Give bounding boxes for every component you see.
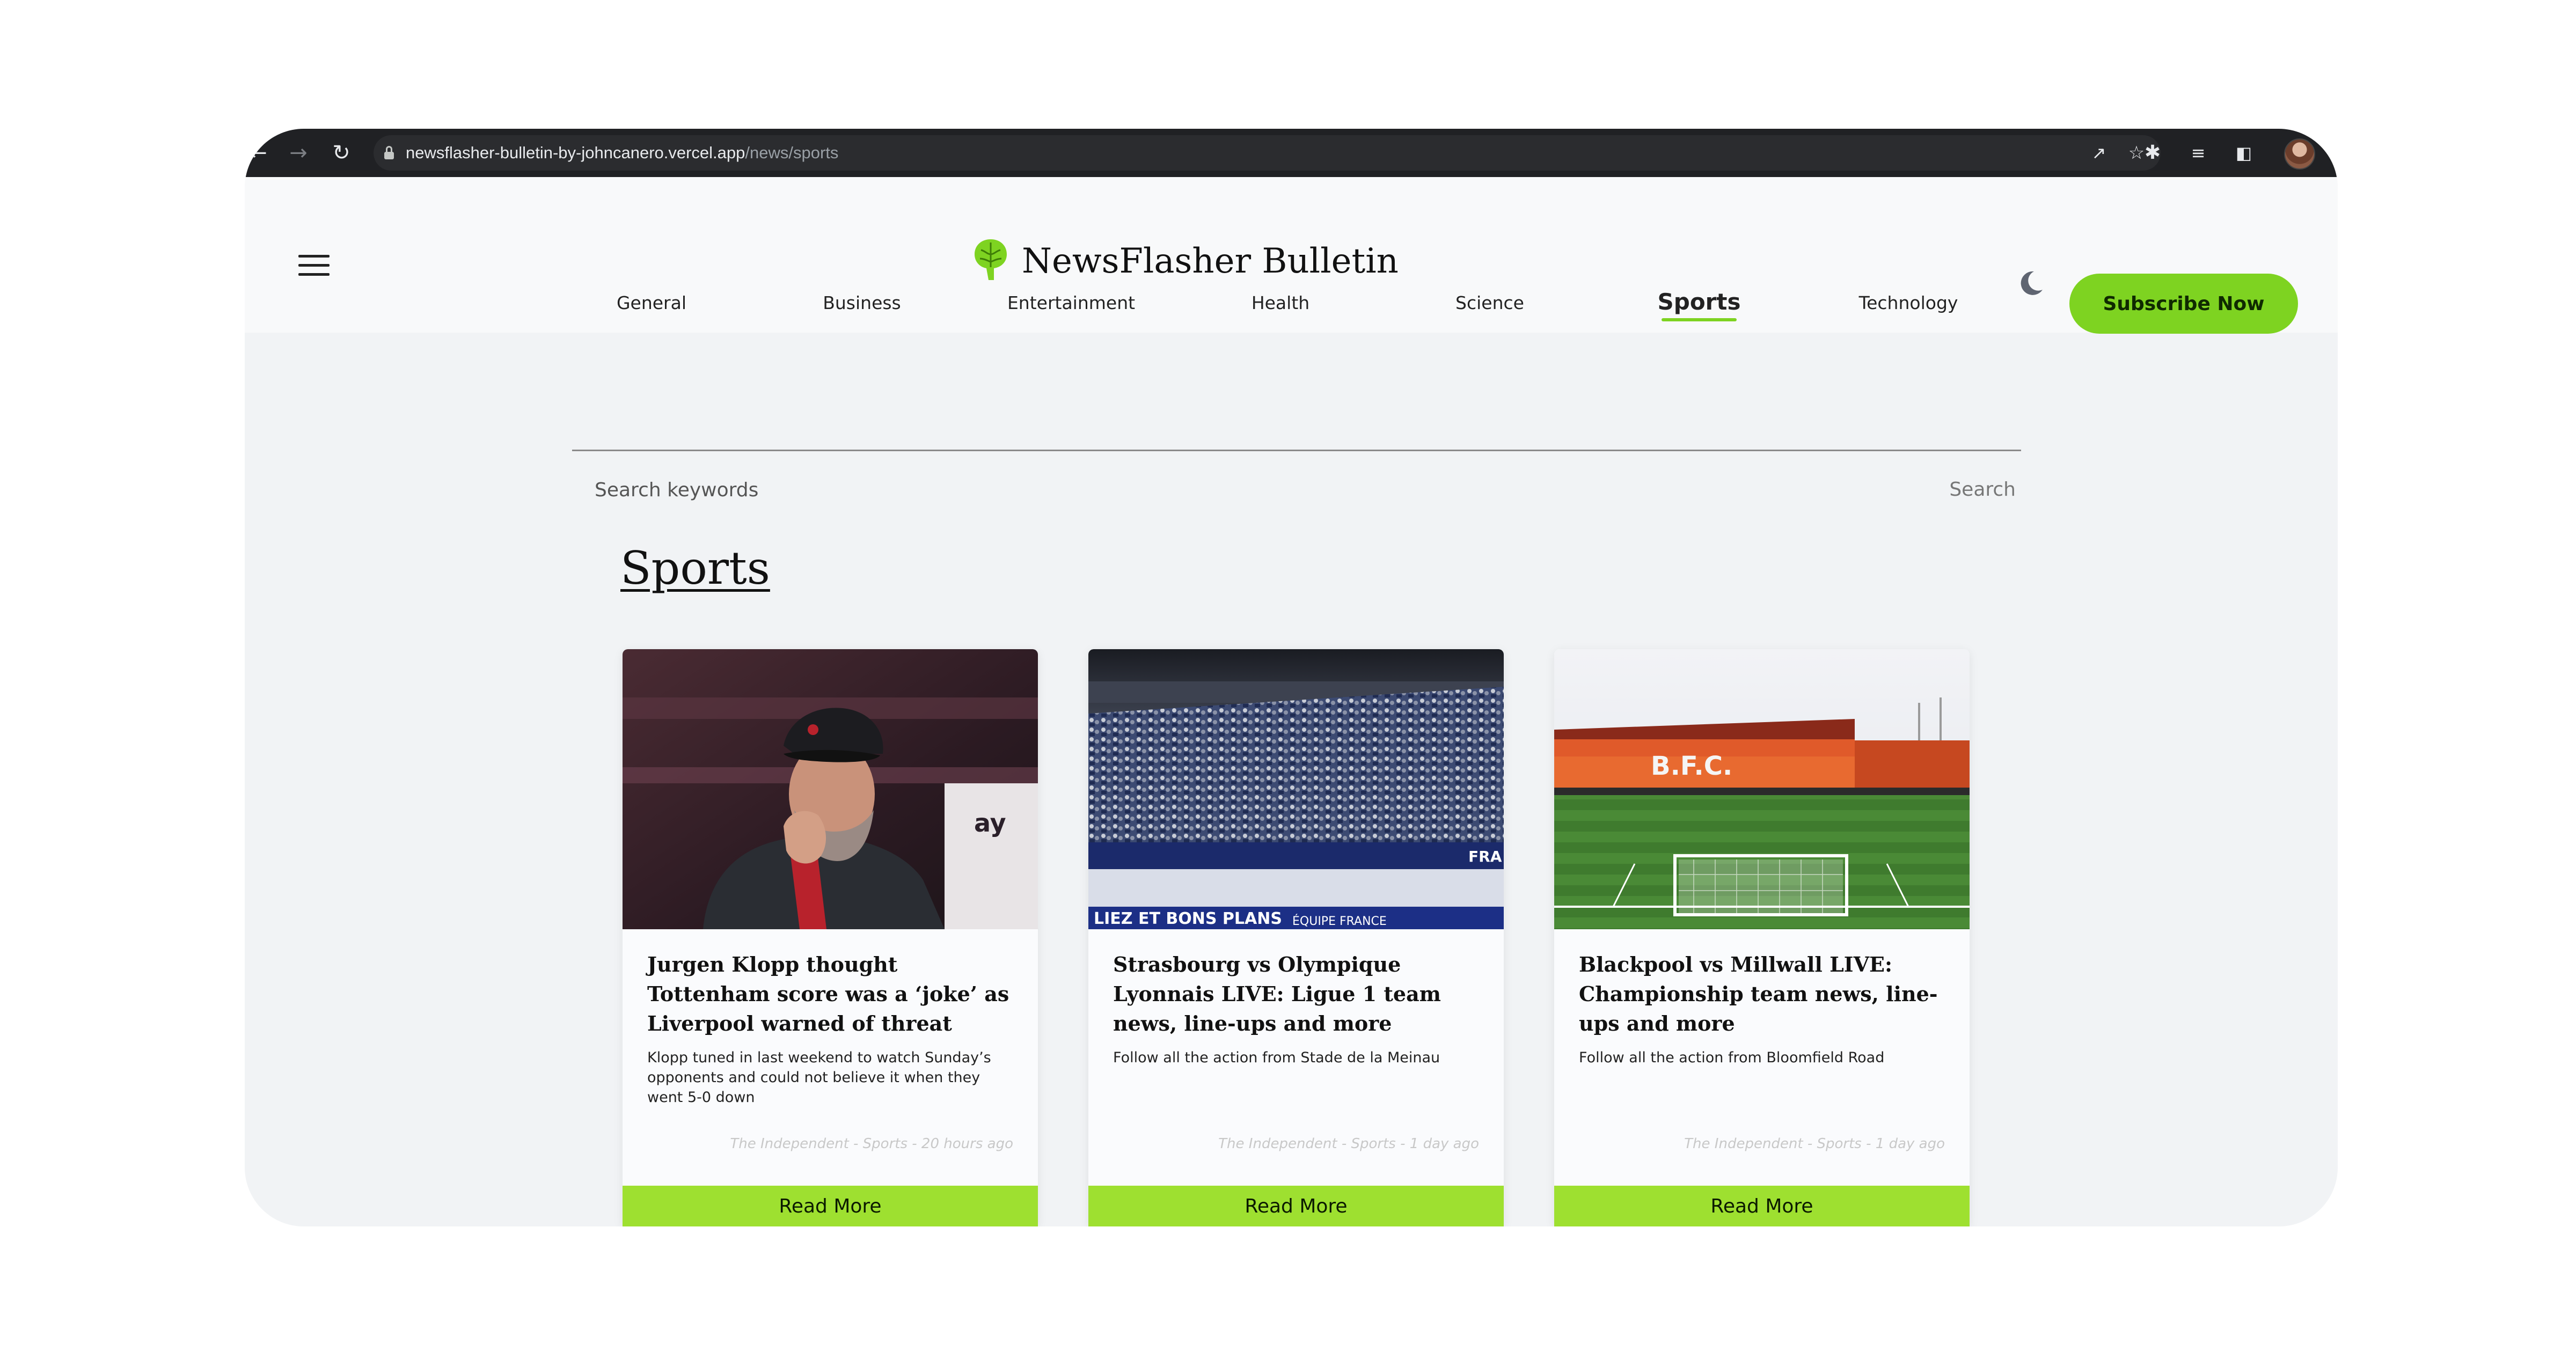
media-queue-icon[interactable]: ≡ [2185, 139, 2212, 166]
article-meta: The Independent - Sports - 20 hours ago [730, 1136, 1013, 1152]
nav-divider [572, 450, 2021, 451]
category-tab-sports[interactable]: Sports [1619, 289, 1780, 321]
category-label: Health [1251, 292, 1310, 313]
article-title[interactable]: Jurgen Klopp thought Tottenham score was… [647, 950, 1013, 1038]
stadium-letters: B.F.C. [1651, 751, 1732, 781]
menu-icon[interactable] [298, 255, 330, 276]
article-image-blackpool[interactable]: B.F.C. [1554, 649, 1970, 929]
read-more-button[interactable]: Read More [1088, 1186, 1504, 1226]
category-tab-health[interactable]: Health [1200, 292, 1361, 313]
browser-toolbar: ← → ↻ newsflasher-bulletin-by-johncanero… [245, 129, 2338, 177]
site-title[interactable]: NewsFlasher Bulletin [1022, 237, 1399, 285]
browser-window: ← → ↻ newsflasher-bulletin-by-johncanero… [245, 129, 2338, 1226]
url-text: newsflasher-bulletin-by-johncanero.verce… [406, 135, 838, 171]
read-more-button[interactable]: Read More [1554, 1186, 1970, 1226]
category-tab-science[interactable]: Science [1409, 292, 1570, 313]
lock-icon [384, 146, 394, 160]
dark-mode-moon-icon[interactable] [2016, 268, 2046, 298]
article-description: Follow all the action from Bloomfield Ro… [1579, 1049, 1885, 1066]
active-tab-underline [1662, 318, 1737, 321]
address-bar[interactable]: newsflasher-bulletin-by-johncanero.verce… [374, 135, 2161, 171]
read-more-button[interactable]: Read More [623, 1186, 1038, 1226]
banner-text: ÉQUIPE FRANCE [1292, 914, 1387, 928]
article-body: Strasbourg vs Olympique Lyonnais LIVE: L… [1113, 950, 1479, 1068]
banner-text: FRA [1468, 848, 1502, 865]
category-label: Business [823, 292, 901, 313]
article-image-klopp[interactable]: ay [623, 649, 1038, 929]
article-description: Follow all the action from Stade de la M… [1113, 1049, 1440, 1066]
category-tab-business[interactable]: Business [781, 292, 942, 313]
article-image-strasbourg[interactable]: LIEZ ET BONS PLANS ÉQUIPE FRANCE FRA [1088, 649, 1504, 929]
share-icon[interactable]: ↗ [2085, 139, 2112, 166]
reload-icon[interactable]: ↻ [328, 139, 355, 166]
category-tab-entertainment[interactable]: Entertainment [991, 292, 1152, 313]
article-title[interactable]: Strasbourg vs Olympique Lyonnais LIVE: L… [1113, 950, 1479, 1038]
side-panel-icon[interactable]: ◧ [2230, 139, 2257, 166]
subscribe-button[interactable]: Subscribe Now [2069, 274, 2298, 334]
category-label: Science [1455, 292, 1524, 313]
url-path: /news/sports [745, 143, 839, 162]
category-label: Sports [1657, 289, 1741, 315]
article-body: Blackpool vs Millwall LIVE: Championship… [1579, 950, 1945, 1068]
brain-logo-icon [975, 239, 1007, 280]
search-button[interactable]: Search [1908, 470, 2016, 509]
category-tab-general[interactable]: General [571, 292, 732, 313]
category-label: Technology [1858, 292, 1958, 313]
forward-icon[interactable]: → [285, 139, 312, 166]
category-tab-technology[interactable]: Technology [1828, 292, 1989, 313]
article-card: B.F.C. Blackpool vs Millwall LIVE: Champ… [1554, 649, 1970, 1226]
category-label: Entertainment [1007, 292, 1136, 313]
article-title[interactable]: Blackpool vs Millwall LIVE: Championship… [1579, 950, 1945, 1038]
article-meta: The Independent - Sports - 1 day ago [1684, 1136, 1945, 1152]
board-text: ay [974, 809, 1006, 837]
article-card: LIEZ ET BONS PLANS ÉQUIPE FRANCE FRA Str… [1088, 649, 1504, 1226]
article-card: ay Jurgen Klopp thought Tottenham score … [623, 649, 1038, 1226]
article-meta: The Independent - Sports - 1 day ago [1218, 1136, 1479, 1152]
url-host: newsflasher-bulletin-by-johncanero.verce… [406, 143, 745, 162]
extensions-icon[interactable]: ✱ [2139, 139, 2166, 166]
article-body: Jurgen Klopp thought Tottenham score was… [647, 950, 1013, 1107]
category-label: General [616, 292, 687, 313]
search-input[interactable] [594, 468, 1562, 512]
back-icon[interactable]: ← [245, 139, 272, 166]
banner-text: LIEZ ET BONS PLANS [1094, 909, 1282, 928]
page-title: Sports [620, 542, 770, 594]
profile-avatar[interactable] [2284, 138, 2315, 170]
article-description: Klopp tuned in last weekend to watch Sun… [647, 1049, 991, 1106]
